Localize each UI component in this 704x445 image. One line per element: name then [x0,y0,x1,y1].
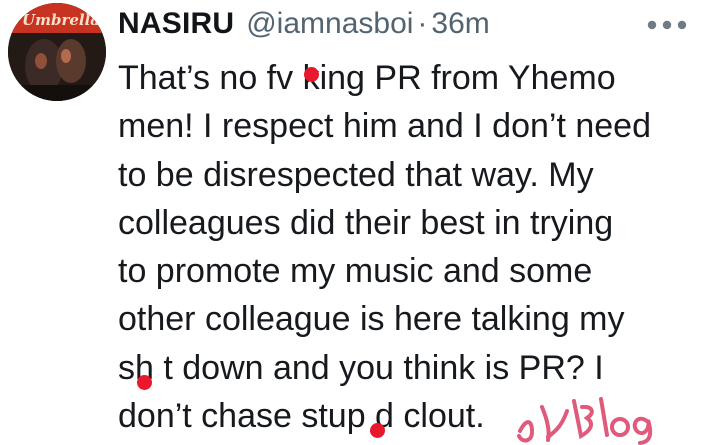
header-separator: · [417,7,428,40]
display-name[interactable]: NASIRU [118,4,234,44]
user-handle[interactable]: @iamnasboi [246,4,413,44]
svg-text:Umbrella: Umbrella [22,11,100,29]
censor-dot [370,423,385,438]
tweet-body-text: That’s no fv king PR from Yhemo men! I r… [118,59,651,436]
censor-dot [304,67,319,82]
more-options-icon[interactable] [646,18,688,32]
censor-dot [137,375,152,390]
post-timestamp[interactable]: 36m [431,4,489,44]
tweet-card: Umbrella NASIRU @iamnasboi · 36m That’s … [0,0,704,445]
profile-avatar[interactable]: Umbrella [8,3,106,101]
avatar-artwork-icon: Umbrella [8,3,106,101]
tweet-header: NASIRU @iamnasboi · 36m [118,4,490,44]
